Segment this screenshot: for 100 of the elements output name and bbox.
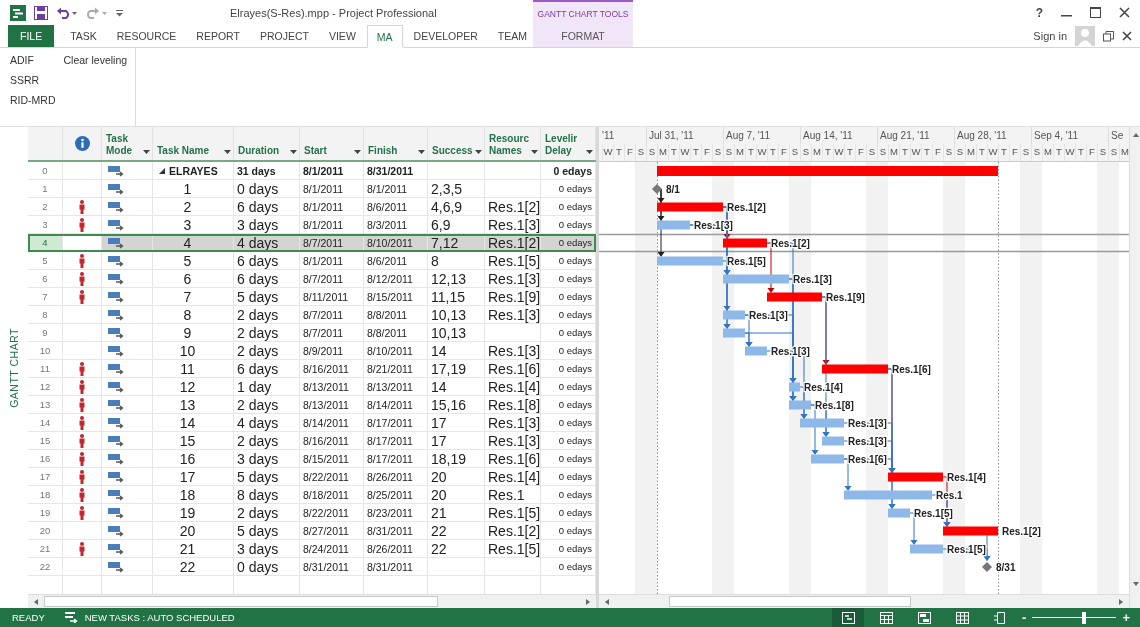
ribbon-command[interactable]: RID-MRD bbox=[10, 94, 56, 106]
ribbon-command[interactable]: ADIF bbox=[10, 54, 56, 66]
scroll-left-icon[interactable] bbox=[603, 597, 611, 606]
task-row[interactable]: 17 17 5 days 8/22/2011 8/26/2011 20 Res.1[4] 0 edays bbox=[28, 468, 596, 486]
customize-icon[interactable] bbox=[116, 7, 124, 18]
task-row[interactable]: 5 5 6 days 8/1/2011 8/6/2011 8 Res.1[5] 0 edays bbox=[28, 252, 596, 270]
day-label: T bbox=[616, 146, 622, 157]
finish-date: 8/15/2011 bbox=[367, 290, 413, 303]
scroll-right-icon[interactable] bbox=[1117, 597, 1125, 606]
task-row[interactable]: 22 22 0 days 8/31/2011 8/31/2011 0 edays bbox=[28, 558, 596, 576]
horizontal-scrollbar[interactable] bbox=[28, 594, 596, 608]
auto-scheduled-icon bbox=[108, 290, 125, 303]
week-label: Sep 4, '11 bbox=[1034, 130, 1078, 141]
column-header[interactable]: Levelir Delay bbox=[545, 133, 586, 157]
close-icon[interactable] bbox=[1122, 31, 1132, 41]
dropdown-icon[interactable] bbox=[224, 150, 231, 154]
day-label: M bbox=[736, 146, 744, 157]
duration-cell: 0 days bbox=[237, 558, 279, 575]
restore-icon[interactable] bbox=[1103, 30, 1114, 42]
sign-in-link[interactable]: Sign in bbox=[1033, 30, 1067, 42]
day-label: S bbox=[714, 146, 722, 157]
start-date: 8/27/2011 bbox=[303, 524, 349, 537]
task-row[interactable]: 9 9 2 days 8/7/2011 8/8/2011 10,13 0 edays bbox=[28, 324, 596, 342]
ribbon-command[interactable]: SSRR bbox=[10, 74, 56, 86]
task-row[interactable]: 20 20 5 days 8/27/2011 8/31/2011 22 Res.1[2] 0 edays bbox=[28, 522, 596, 540]
task-row[interactable]: 2 2 6 days 8/1/2011 8/6/2011 4,6,9 Res.1[2] 0 edays bbox=[28, 198, 596, 216]
dropdown-icon[interactable] bbox=[143, 150, 150, 154]
zoom-thumb[interactable] bbox=[1082, 611, 1087, 624]
task-row[interactable]: 14 14 4 days 8/14/2011 8/17/2011 17 Res.1[3] 0 edays bbox=[28, 414, 596, 432]
week-label: Se bbox=[1111, 130, 1124, 141]
resource-name: Res.1[4] bbox=[488, 378, 540, 395]
scroll-left-icon[interactable] bbox=[32, 597, 40, 606]
vertical-scrollbar[interactable] bbox=[1129, 127, 1140, 608]
auto-scheduled-icon bbox=[108, 362, 125, 375]
bar-label: 8/1 bbox=[666, 184, 680, 195]
task-row[interactable]: 0 ELRAYES 31 days 8/1/2011 8/31/2011 0 edays bbox=[28, 162, 596, 180]
day-label: F bbox=[858, 146, 864, 157]
task-row[interactable]: 12 12 1 day 8/13/2011 8/13/2011 14 Res.1[4] 0 edays bbox=[28, 378, 596, 396]
task-name: 16 bbox=[179, 450, 196, 467]
ribbon-tab[interactable]: RESOURCE bbox=[107, 25, 186, 47]
undo-icon[interactable] bbox=[56, 6, 78, 19]
ribbon-tab[interactable]: TEAM bbox=[488, 25, 536, 47]
column-header[interactable]: Start bbox=[304, 145, 354, 157]
dropdown-icon[interactable] bbox=[531, 150, 538, 154]
column-header[interactable]: Task Mode bbox=[106, 133, 143, 157]
close-icon[interactable] bbox=[1119, 7, 1130, 18]
task-row[interactable]: 6 6 6 days 8/7/2011 8/12/2011 12,13 Res.1[3] 0 edays bbox=[28, 270, 596, 288]
dropdown-icon[interactable] bbox=[475, 150, 482, 154]
help-button[interactable]: ? bbox=[1035, 5, 1043, 20]
ribbon-tab[interactable]: REPORT bbox=[187, 25, 249, 47]
leveling-delay: 0 edays bbox=[558, 327, 592, 338]
task-row[interactable]: 16 16 3 days 8/15/2011 8/17/2011 18,19 Res.1[6] 0 edays bbox=[28, 450, 596, 468]
zoom-in-button[interactable]: + bbox=[1122, 610, 1130, 625]
maximize-icon[interactable] bbox=[1090, 7, 1101, 18]
ribbon-tab[interactable]: MA bbox=[366, 25, 403, 48]
leveling-delay: 0 edays bbox=[558, 345, 592, 356]
task-row[interactable]: 8 8 2 days 8/7/2011 8/8/2011 10,13 Res.1[3] 0 edays bbox=[28, 306, 596, 324]
horizontal-scrollbar[interactable] bbox=[599, 594, 1129, 608]
dropdown-icon[interactable] bbox=[586, 150, 593, 154]
task-row[interactable]: 10 10 2 days 8/9/2011 8/10/2011 14 Res.1[3] 0 edays bbox=[28, 342, 596, 360]
ribbon-tab[interactable]: FORMAT bbox=[533, 25, 633, 47]
scroll-right-icon[interactable] bbox=[584, 597, 592, 606]
ribbon-tab[interactable]: DEVELOPER bbox=[404, 25, 487, 47]
view-button[interactable] bbox=[832, 608, 865, 627]
ribbon-tab[interactable]: VIEW bbox=[319, 25, 365, 47]
task-row[interactable]: 1 1 0 days 8/1/2011 8/1/2011 2,3,5 0 edays bbox=[28, 180, 596, 198]
column-header[interactable]: Finish bbox=[368, 145, 418, 157]
save-icon[interactable] bbox=[34, 5, 48, 20]
task-row[interactable]: 4 4 4 days 8/7/2011 8/10/2011 7,12 Res.1[2] 0 edays bbox=[28, 234, 596, 252]
file-tab[interactable]: FILE bbox=[8, 25, 55, 47]
day-label: W bbox=[757, 146, 767, 157]
zoom-slider[interactable] bbox=[1032, 611, 1117, 624]
task-row[interactable]: 21 21 3 days 8/24/2011 8/26/2011 22 Res.1[5] 0 edays bbox=[28, 540, 596, 558]
finish-date: 8/12/2011 bbox=[367, 272, 413, 285]
milestone-diamond[interactable] bbox=[652, 184, 662, 194]
collapse-icon[interactable] bbox=[159, 167, 165, 174]
dropdown-icon[interactable] bbox=[290, 150, 297, 154]
column-header[interactable]: Duration bbox=[238, 145, 290, 157]
row-number: 5 bbox=[42, 255, 48, 266]
task-row[interactable]: 18 18 8 days 8/18/2011 8/25/2011 20 Res.1 0 edays bbox=[28, 486, 596, 504]
task-row[interactable]: 3 3 3 days 8/1/2011 8/3/2011 6,9 Res.1[3] 0 edays bbox=[28, 216, 596, 234]
task-row[interactable]: 13 13 2 days 8/13/2011 8/14/2011 15,16 Res.1[8] 0 edays bbox=[28, 396, 596, 414]
ribbon-command[interactable]: Clear leveling bbox=[63, 54, 128, 66]
column-header[interactable]: Task Name bbox=[157, 145, 224, 157]
week-label: Aug 7, '11 bbox=[726, 130, 770, 141]
task-row[interactable]: 11 11 6 days 8/16/2011 8/21/2011 17,19 Res.1[6] 0 edays bbox=[28, 360, 596, 378]
ribbon-tab[interactable]: PROJECT bbox=[250, 25, 318, 47]
task-row[interactable]: 7 7 5 days 8/11/2011 8/15/2011 11,15 Res.1[9] 0 edays bbox=[28, 288, 596, 306]
task-row[interactable]: 19 19 2 days 8/22/2011 8/23/2011 21 Res.1[5] 0 edays bbox=[28, 504, 596, 522]
resource-name: Res.1[2] bbox=[488, 198, 540, 215]
dropdown-icon[interactable] bbox=[418, 150, 425, 154]
dropdown-icon[interactable] bbox=[354, 150, 361, 154]
zoom-out-button[interactable]: - bbox=[1022, 610, 1027, 625]
task-row[interactable]: 15 15 2 days 8/16/2011 8/17/2011 17 Res.1[3] 0 edays bbox=[28, 432, 596, 450]
column-header[interactable]: Success bbox=[432, 145, 475, 157]
column-header[interactable]: Resourc Names bbox=[489, 133, 531, 157]
scroll-up-icon[interactable] bbox=[1131, 131, 1140, 139]
ribbon-tab[interactable]: TASK bbox=[61, 25, 106, 47]
day-label: S bbox=[1099, 146, 1107, 157]
scroll-down-icon[interactable] bbox=[1131, 580, 1140, 588]
